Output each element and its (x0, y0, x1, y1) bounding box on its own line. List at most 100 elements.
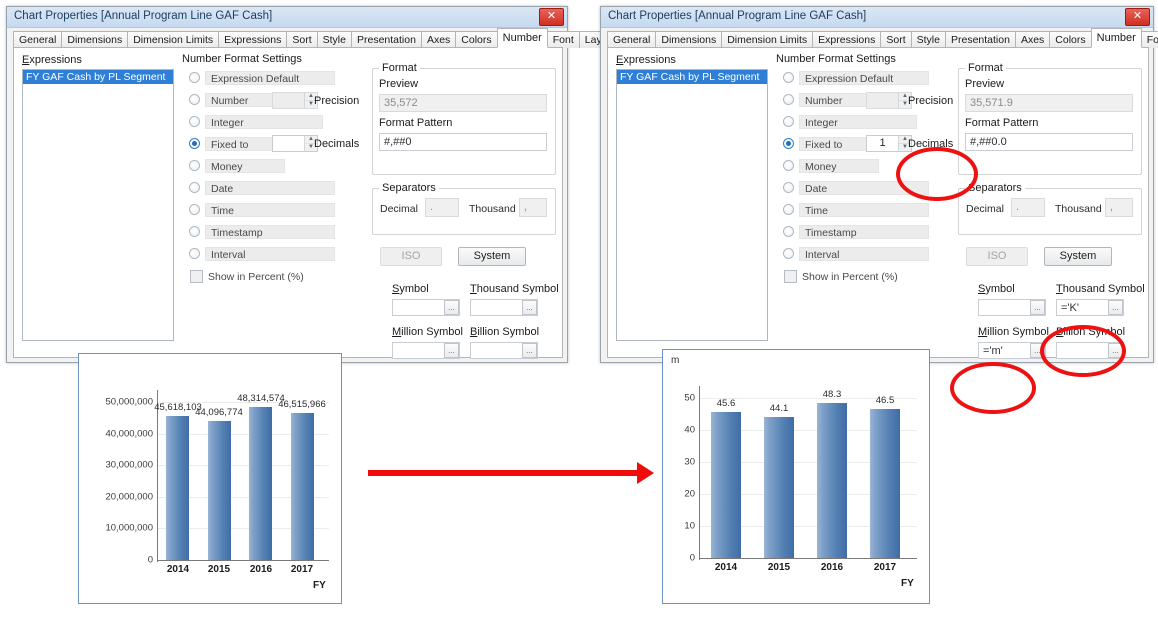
tab-axes[interactable]: Axes (1015, 31, 1050, 48)
radio-fixed-to[interactable]: Fixed to (783, 136, 879, 151)
expressions-listbox[interactable]: FY GAF Cash by PL Segment (616, 69, 768, 341)
radio-icon (189, 160, 200, 171)
format-pattern-label: Format Pattern (965, 117, 1038, 129)
x-axis-tick-label: 2017 (291, 564, 313, 575)
symbol-browse-button[interactable]: ... (444, 300, 459, 315)
system-button[interactable]: System (458, 247, 526, 266)
decimal-separator-input[interactable]: . (425, 198, 459, 217)
tab-dimension-limits[interactable]: Dimension Limits (127, 31, 219, 48)
tab-number[interactable]: Number (497, 28, 548, 48)
tab-presentation[interactable]: Presentation (351, 31, 422, 48)
x-axis-tick-label: 2015 (768, 562, 790, 573)
y-axis-tick-label: 10 (677, 521, 695, 532)
thousand-separator-input[interactable]: , (519, 198, 547, 217)
radio-icon (189, 204, 200, 215)
tab-sort[interactable]: Sort (286, 31, 317, 48)
tab-expressions[interactable]: Expressions (812, 31, 881, 48)
tab-strip-before: General Dimensions Dimension Limits Expr… (13, 29, 563, 48)
x-axis (699, 558, 917, 559)
thousand-symbol-browse-button[interactable]: ... (522, 300, 537, 315)
window-title: Chart Properties [Annual Program Line GA… (14, 10, 272, 22)
radio-icon (783, 182, 794, 193)
bar-value-label: 44.1 (770, 403, 789, 414)
tab-font[interactable]: Font (1141, 31, 1158, 48)
tab-sort[interactable]: Sort (880, 31, 911, 48)
system-button[interactable]: System (1044, 247, 1112, 266)
tab-colors[interactable]: Colors (1049, 31, 1091, 48)
radio-integer[interactable]: Integer (783, 114, 917, 129)
tab-dimensions[interactable]: Dimensions (655, 31, 722, 48)
radio-date[interactable]: Date (189, 180, 335, 195)
tab-style[interactable]: Style (317, 31, 352, 48)
radio-label: Expression Default (205, 71, 335, 85)
x-axis (157, 560, 329, 561)
expressions-listbox[interactable]: FY GAF Cash by PL Segment (22, 69, 174, 341)
tab-number[interactable]: Number (1091, 28, 1142, 48)
thousand-separator-input[interactable]: , (1105, 198, 1133, 217)
radio-icon (783, 72, 794, 83)
bar-value-label: 46.5 (876, 395, 895, 406)
decimals-stepper[interactable]: 1 ▲ ▼ (866, 135, 912, 152)
radio-icon (783, 116, 794, 127)
tab-font[interactable]: Font (547, 31, 580, 48)
radio-icon (189, 94, 200, 105)
thousand-separator-label: Thousand (1055, 203, 1102, 215)
radio-time[interactable]: Time (783, 202, 929, 217)
radio-integer[interactable]: Integer (189, 114, 323, 129)
decimals-stepper[interactable]: ▲ ▼ (272, 135, 318, 152)
thousand-symbol-browse-button[interactable]: ... (1108, 300, 1123, 315)
radio-interval[interactable]: Interval (783, 246, 929, 261)
radio-time[interactable]: Time (189, 202, 335, 217)
iso-button: ISO (966, 247, 1028, 266)
decimals-label: Decimals (314, 138, 359, 150)
bar-value-label: 45.6 (717, 398, 736, 409)
radio-expression-default[interactable]: Expression Default (783, 70, 929, 85)
y-axis-tick-label: 50 (677, 393, 695, 404)
million-symbol-browse-button[interactable]: ... (444, 343, 459, 358)
y-axis-tick-label: 10,000,000 (87, 523, 153, 534)
radio-timestamp[interactable]: Timestamp (783, 224, 929, 239)
radio-fixed-to[interactable]: Fixed to (189, 136, 285, 151)
decimal-separator-input[interactable]: . (1011, 198, 1045, 217)
precision-stepper[interactable]: ▲ ▼ (866, 92, 912, 109)
tab-dimensions[interactable]: Dimensions (61, 31, 128, 48)
format-pattern-input[interactable]: #,##0.0 (965, 133, 1133, 151)
bar (249, 407, 272, 560)
format-pattern-input[interactable]: #,##0 (379, 133, 547, 151)
symbol-browse-button[interactable]: ... (1030, 300, 1045, 315)
list-item[interactable]: FY GAF Cash by PL Segment (617, 70, 767, 84)
checkbox-label: Show in Percent (%) (802, 271, 898, 283)
tab-general[interactable]: General (13, 31, 62, 48)
number-tab-page-after: Expressions FY GAF Cash by PL Segment Nu… (607, 47, 1149, 358)
tab-dimension-limits[interactable]: Dimension Limits (721, 31, 813, 48)
tab-general[interactable]: General (607, 31, 656, 48)
separators-group-title: Separators (379, 182, 439, 194)
precision-label: Precision (908, 95, 953, 107)
radio-interval[interactable]: Interval (189, 246, 335, 261)
decimals-value (273, 136, 304, 151)
radio-money[interactable]: Money (189, 158, 285, 173)
tab-expressions[interactable]: Expressions (218, 31, 287, 48)
tab-colors[interactable]: Colors (455, 31, 497, 48)
x-axis-tick-label: 2015 (208, 564, 230, 575)
checkbox-show-in-percent[interactable]: Show in Percent (%) (190, 270, 304, 283)
expressions-label: Expressions (22, 54, 82, 66)
billion-symbol-browse-button[interactable]: ... (522, 343, 537, 358)
checkbox-icon (784, 270, 797, 283)
tab-style[interactable]: Style (911, 31, 946, 48)
list-item[interactable]: FY GAF Cash by PL Segment (23, 70, 173, 84)
preview-label: Preview (965, 78, 1004, 90)
radio-expression-default[interactable]: Expression Default (189, 70, 335, 85)
tab-presentation[interactable]: Presentation (945, 31, 1016, 48)
bar-value-label: 46,515,966 (278, 399, 326, 410)
precision-stepper[interactable]: ▲ ▼ (272, 92, 318, 109)
radio-timestamp[interactable]: Timestamp (189, 224, 335, 239)
tab-axes[interactable]: Axes (421, 31, 456, 48)
radio-icon (189, 248, 200, 259)
checkbox-show-in-percent[interactable]: Show in Percent (%) (784, 270, 898, 283)
radio-money[interactable]: Money (783, 158, 879, 173)
radio-icon (783, 94, 794, 105)
close-icon[interactable]: ✕ (539, 8, 564, 26)
close-icon[interactable]: ✕ (1125, 8, 1150, 26)
radio-label: Time (799, 203, 929, 217)
